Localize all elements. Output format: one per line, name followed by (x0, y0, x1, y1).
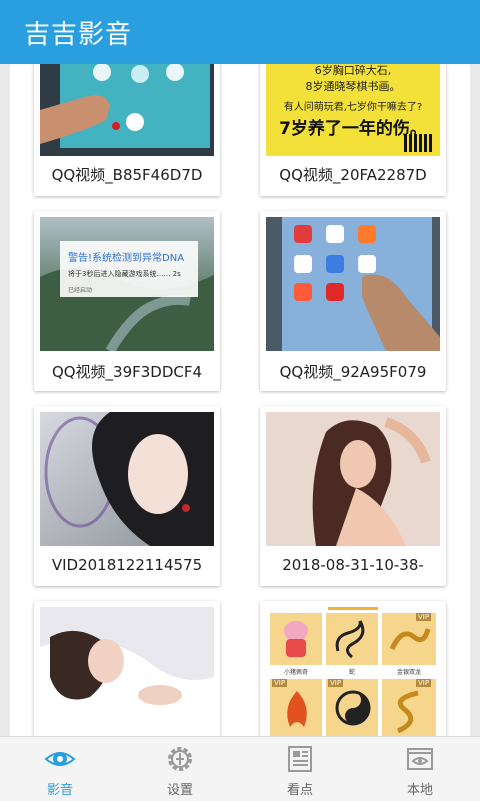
thumbnail-label: 蛇 (348, 669, 355, 676)
video-caption: QQ视频_20FA2287D (279, 166, 427, 184)
video-thumbnail[interactable]: 6岁胸口碎大石, 8岁通晓琴棋书画。 有人问萌玩君,七岁你干嘛去了? 7岁养了一… (266, 64, 440, 156)
app-title: 吉吉影音 (24, 20, 133, 50)
video-card[interactable] (34, 601, 220, 736)
video-thumbnail[interactable] (40, 607, 214, 736)
video-thumbnail[interactable]: 警告!系统检测到异常DNA 将于3秒后进入隐藏游戏系统…… 2s 已经启动 (40, 217, 214, 351)
thumbnail-label: 金银双龙 (396, 669, 421, 676)
nav-tab-local[interactable]: 本地 (360, 737, 480, 801)
vip-badge: VIP (328, 679, 344, 687)
thumbnail-label: 小猪佩奇 (283, 669, 308, 676)
nav-tab-highlights[interactable]: 看点 (240, 737, 360, 801)
vip-badge: VIP (416, 679, 432, 687)
video-caption: VID2018122114575 (51, 556, 203, 574)
video-caption: QQ视频_B85F46D7D (51, 166, 203, 184)
nav-label: 看点 (286, 783, 313, 798)
video-card[interactable]: VID2018122114575 (34, 406, 220, 586)
video-grid[interactable]: QQ视频_B85F46D7D 6岁胸口碎大石, 8岁通晓琴棋书画。 有人问萌玩君… (10, 64, 470, 736)
nav-tab-media[interactable]: 影音 (0, 737, 120, 801)
nav-label: 设置 (166, 783, 193, 798)
nav-tab-settings[interactable]: 设置 (120, 737, 240, 801)
video-card[interactable]: QQ视频_B85F46D7D (34, 64, 220, 196)
video-thumbnail[interactable] (40, 64, 214, 156)
video-caption: 2018-08-31-10-38- (282, 556, 424, 574)
bottom-navigation: 影音 设置 看点 本地 (0, 736, 480, 801)
thumbnail-text: 警告!系统检测到异常DNA (68, 253, 185, 264)
video-thumbnail[interactable] (40, 412, 214, 546)
video-caption: QQ视频_39F3DDCF4 (51, 363, 203, 381)
thumbnail-text: 8岁通晓琴棋书画。 (305, 80, 401, 93)
video-card[interactable]: 6岁胸口碎大石, 8岁通晓琴棋书画。 有人问萌玩君,七岁你干嘛去了? 7岁养了一… (260, 64, 446, 196)
qr-code-icon (404, 134, 434, 152)
vip-badge: VIP (272, 679, 288, 687)
gear-icon (168, 747, 192, 771)
eye-icon (44, 752, 76, 766)
thumbnail-text: 有人问萌玩君,七岁你干嘛去了? (283, 102, 423, 113)
video-card[interactable]: 2018-08-31-10-38- (260, 406, 446, 586)
video-card[interactable]: 警告!系统检测到异常DNA 将于3秒后进入隐藏游戏系统…… 2s 已经启动 QQ… (34, 211, 220, 391)
newspaper-icon (288, 746, 312, 772)
video-card[interactable]: QQ视频_92A95F079 (260, 211, 446, 391)
thumbnail-text: 将于3秒后进入隐藏游戏系统…… 2s (68, 270, 181, 278)
video-thumbnail[interactable] (266, 412, 440, 546)
app-bar: 吉吉影音 (0, 0, 480, 64)
video-caption: QQ视频_92A95F079 (279, 363, 427, 381)
local-folder-icon (407, 748, 433, 770)
thumbnail-text: 已经启动 (68, 287, 93, 294)
thumbnail-text: 6岁胸口碎大石, (314, 64, 392, 77)
nav-label: 本地 (406, 783, 433, 798)
video-thumbnail[interactable] (266, 217, 440, 351)
video-thumbnail[interactable]: VIP 小猪佩奇 蛇 金银双龙 VIP VIP VIP (266, 607, 440, 736)
video-card[interactable]: VIP 小猪佩奇 蛇 金银双龙 VIP VIP VIP (260, 601, 446, 736)
nav-label: 影音 (46, 783, 73, 798)
